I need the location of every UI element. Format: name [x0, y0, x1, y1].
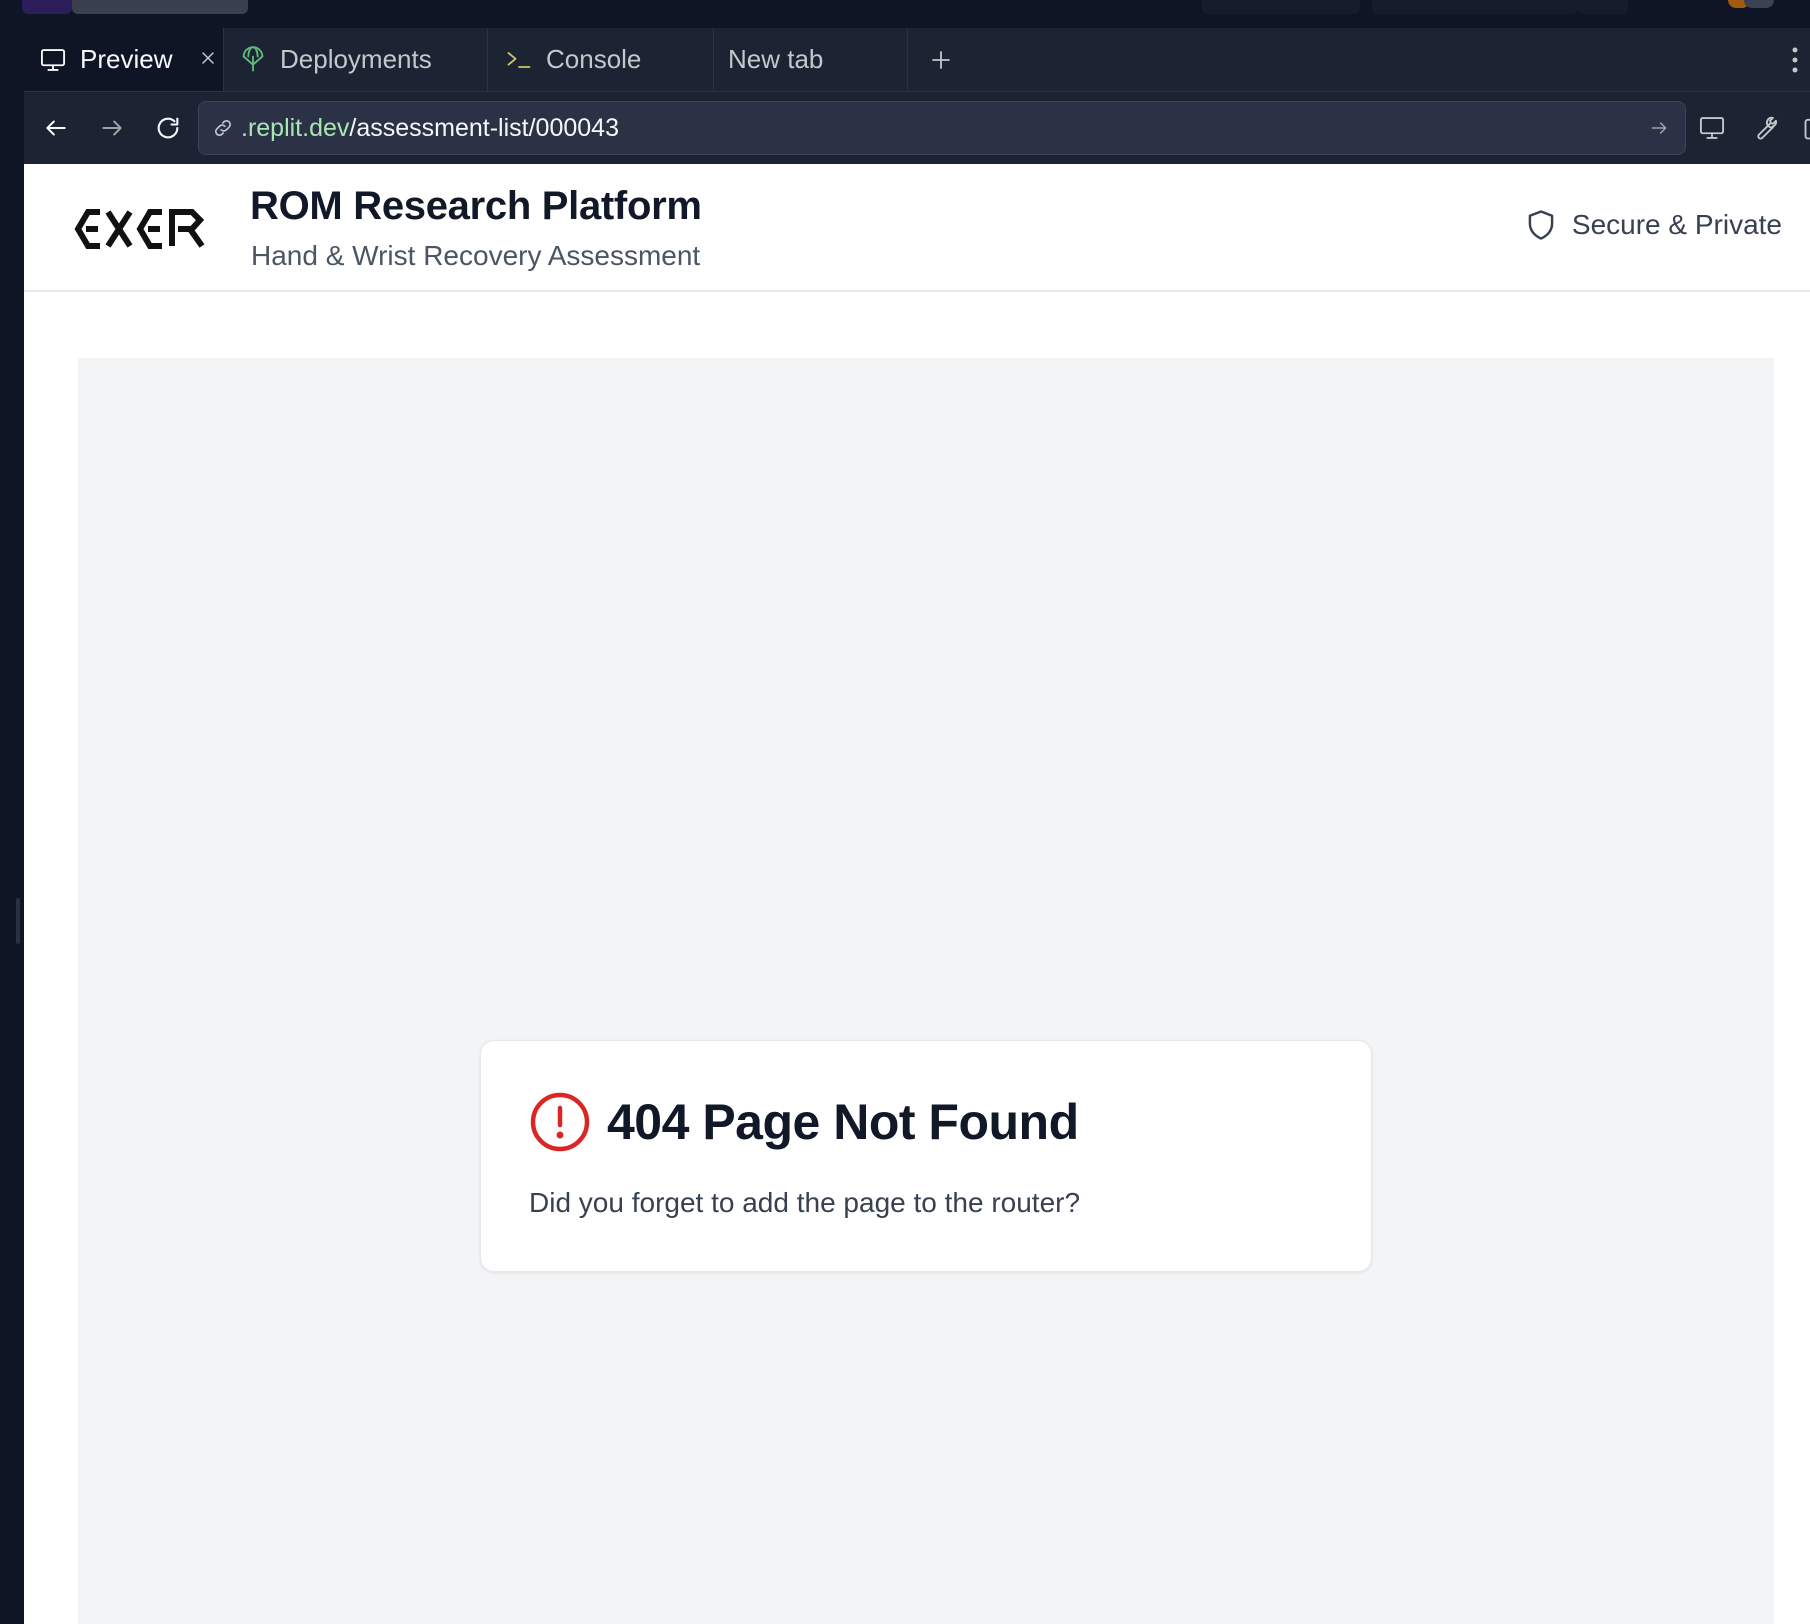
plus-icon: [932, 50, 950, 69]
device-preview-button[interactable]: [1692, 108, 1732, 148]
monitor-icon: [1699, 117, 1725, 139]
arrow-left-icon: [46, 120, 66, 136]
app-title: ROM Research Platform: [250, 184, 702, 228]
reload-icon: [157, 117, 179, 139]
url-path: /assessment-list/000043: [349, 113, 619, 142]
kebab-menu-icon: [1792, 47, 1798, 72]
exer-logo[interactable]: [74, 204, 224, 254]
tab-preview[interactable]: Preview: [24, 28, 224, 91]
preview-viewport: ROM Research Platform Hand & Wrist Recov…: [24, 164, 1810, 1624]
window-top-strip: [0, 0, 1810, 28]
link-icon: [209, 114, 237, 142]
preview-nav-bar: .replit.dev/assessment-list/000043: [24, 92, 1810, 164]
tab-label: Console: [546, 44, 642, 74]
main-content: 404 Page Not Found Did you forget to add…: [78, 358, 1774, 1624]
error-title: 404 Page Not Found: [607, 1094, 1079, 1150]
alert-circle-icon: [529, 1091, 591, 1153]
error-message: Did you forget to add the page to the ro…: [529, 1187, 1081, 1218]
top-toolbar-button[interactable]: [1372, 0, 1578, 14]
add-tab-button[interactable]: [908, 28, 974, 91]
url-bar[interactable]: .replit.dev/assessment-list/000043: [198, 101, 1686, 155]
external-link-icon: [1804, 118, 1810, 140]
forward-button[interactable]: [92, 108, 132, 148]
tab-label: New tab: [728, 44, 824, 74]
tab-label: Preview: [80, 44, 173, 74]
tab-deployments[interactable]: Deployments: [224, 28, 488, 91]
arrow-right-icon: [102, 120, 122, 136]
tab-new-tab[interactable]: New tab: [714, 28, 908, 91]
url-domain: .replit.dev: [241, 113, 350, 142]
error-header: 404 Page Not Found: [529, 1091, 1079, 1153]
user-avatar[interactable]: [1744, 0, 1774, 8]
go-icon[interactable]: [1645, 114, 1673, 142]
app-header: ROM Research Platform Hand & Wrist Recov…: [24, 164, 1810, 292]
more-options-button[interactable]: [1780, 28, 1810, 91]
deployments-icon: [238, 45, 268, 75]
wrench-icon: [1757, 116, 1777, 140]
top-tab-indicator[interactable]: [22, 0, 72, 14]
tab-console[interactable]: Console: [488, 28, 714, 91]
back-button[interactable]: [36, 108, 76, 148]
devtools-button[interactable]: [1744, 108, 1784, 148]
reload-button[interactable]: [148, 108, 188, 148]
terminal-icon: [504, 45, 534, 75]
resize-handle[interactable]: [16, 898, 20, 944]
shield-icon: [1524, 208, 1558, 242]
pane-tab-bar: Preview Deployments Console New tab: [24, 28, 1810, 92]
tab-label: Deployments: [280, 44, 432, 74]
open-new-window-button[interactable]: [1796, 108, 1810, 148]
left-panel-edge: [0, 28, 24, 1624]
error-card: 404 Page Not Found Did you forget to add…: [480, 1040, 1372, 1272]
top-tab[interactable]: [72, 0, 248, 14]
top-toolbar-button[interactable]: [1202, 0, 1360, 14]
secure-label: Secure & Private: [1571, 209, 1782, 240]
app-subtitle: Hand & Wrist Recovery Assessment: [251, 240, 701, 271]
secure-badge: Secure & Private: [1524, 208, 1782, 242]
top-toolbar-button[interactable]: [1578, 0, 1628, 14]
monitor-icon: [38, 45, 68, 75]
close-icon[interactable]: [194, 44, 222, 72]
